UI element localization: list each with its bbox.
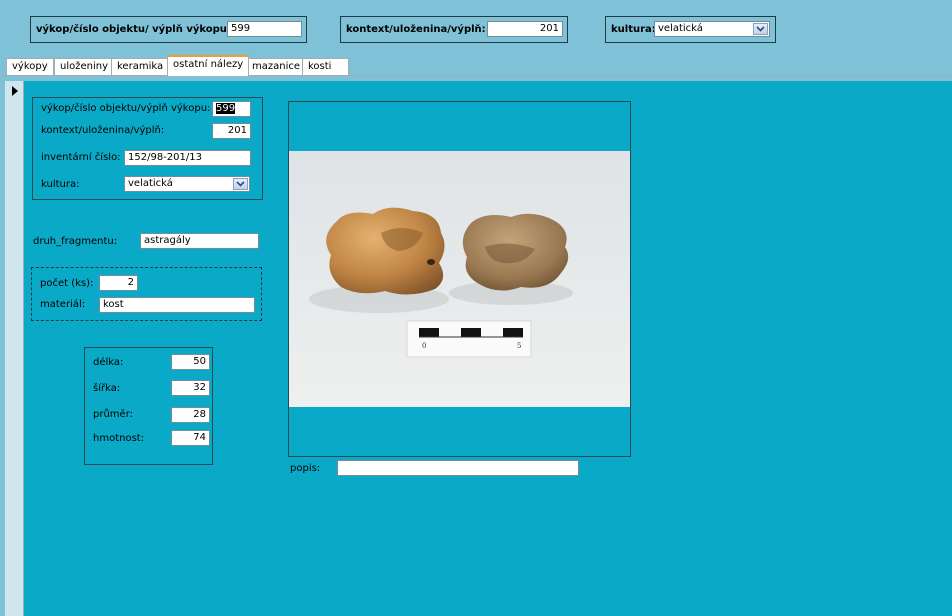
tab-ulozeniny[interactable]: uloženiny <box>54 58 115 75</box>
find-photo: 0 5 <box>289 151 630 407</box>
form-kultura-label: kultura: <box>41 179 80 190</box>
current-record-icon <box>12 86 18 96</box>
header-vykop-label: výkop/číslo objektu/ výplň výkopu: <box>36 24 231 35</box>
form-pocet-label: počet (ks): <box>40 278 94 289</box>
form-material-field[interactable]: kost <box>99 297 255 313</box>
chevron-down-icon[interactable] <box>233 178 248 190</box>
form-prumer-field[interactable]: 28 <box>171 407 210 423</box>
form-kontext-field[interactable]: 201 <box>212 123 251 139</box>
form-popis-label: popis: <box>290 463 321 474</box>
form-kontext-label: kontext/uloženina/výplň: <box>41 125 165 136</box>
form-vykop-value: 599 <box>216 103 236 114</box>
header-vykop-field[interactable]: 599 <box>227 21 302 37</box>
scale-label-0: 0 <box>422 342 426 350</box>
form-druh-field[interactable]: astragály <box>140 233 259 249</box>
tab-ostatni-nalezy[interactable]: ostatní nálezy <box>167 55 250 76</box>
chevron-down-icon[interactable] <box>753 23 768 35</box>
tab-kosti[interactable]: kosti <box>302 58 349 75</box>
header-kultura-value: velatická <box>658 23 703 34</box>
form-druh-label: druh_fragmentu: <box>33 236 118 247</box>
form-inventar-field[interactable]: 152/98-201/13 <box>124 150 251 166</box>
form-delka-field[interactable]: 50 <box>171 354 210 370</box>
form-sirka-field[interactable]: 32 <box>171 380 210 396</box>
form-popis-field[interactable] <box>337 460 579 476</box>
form-pocet-field[interactable]: 2 <box>99 275 138 291</box>
form-material-label: materiál: <box>40 299 86 310</box>
header-kultura-label: kultura: <box>611 24 656 35</box>
form-kultura-combo[interactable]: velatická <box>124 176 250 192</box>
form-vykop-label: výkop/číslo objektu/výplň výkopu: <box>41 103 211 114</box>
scale-label-5: 5 <box>517 342 521 350</box>
form-hmotnost-field[interactable]: 74 <box>171 430 210 446</box>
form-vykop-field[interactable]: 599 <box>212 101 251 117</box>
header-kontext-label: kontext/uloženina/výplň: <box>346 24 486 35</box>
tab-keramika[interactable]: keramika <box>111 58 170 75</box>
tab-strip-line <box>0 75 952 76</box>
record-selector[interactable] <box>5 81 24 616</box>
tab-mazanice[interactable]: mazanice <box>246 58 307 75</box>
form-sirka-label: šířka: <box>93 383 121 394</box>
header-kultura-combo[interactable]: velatická <box>654 21 770 37</box>
form-inventar-label: inventární číslo: <box>41 152 121 163</box>
form-hmotnost-label: hmotnost: <box>93 433 145 444</box>
form-prumer-label: průměr: <box>93 409 133 420</box>
header-kontext-field[interactable]: 201 <box>487 21 563 37</box>
form-kultura-value: velatická <box>128 178 173 189</box>
tab-vykopy[interactable]: výkopy <box>6 58 54 75</box>
form-delka-label: délka: <box>93 357 124 368</box>
